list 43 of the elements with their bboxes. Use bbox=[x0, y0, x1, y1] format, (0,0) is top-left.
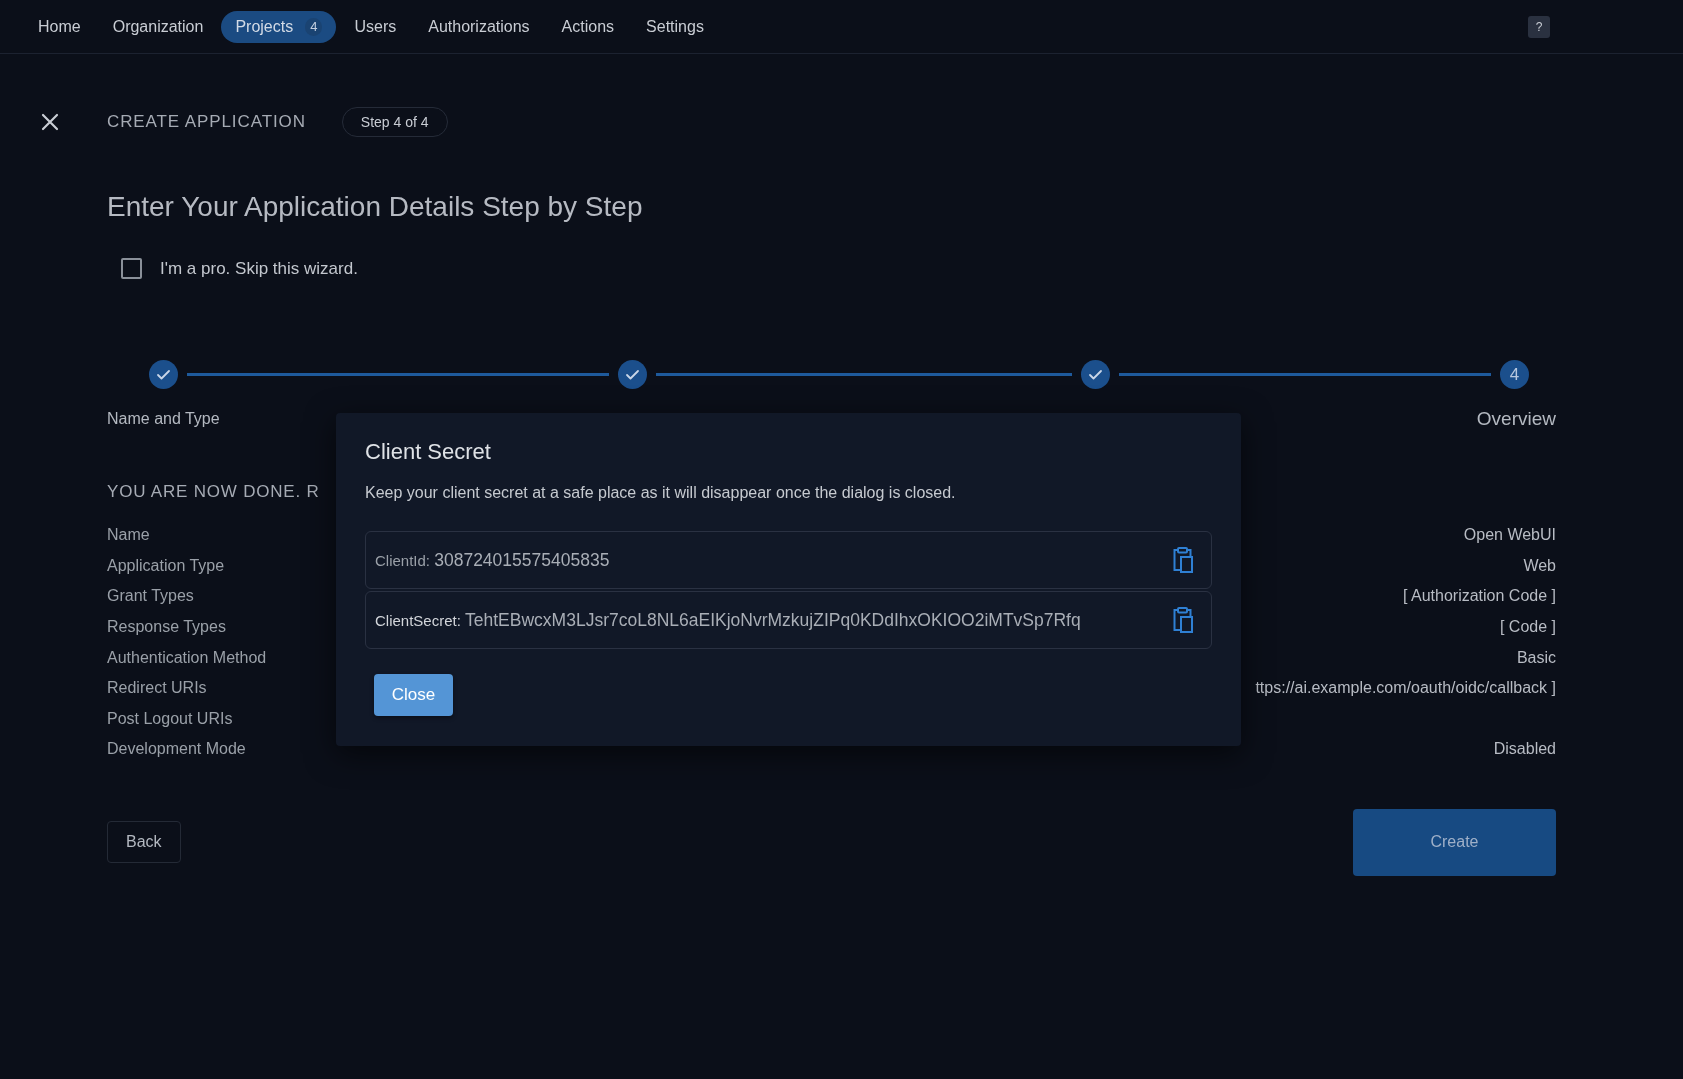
close-icon[interactable] bbox=[41, 113, 59, 131]
credential-field[interactable]: ClientId: 308724015575405835 bbox=[365, 531, 1212, 589]
detail-label: Post Logout URIs bbox=[107, 708, 233, 729]
step-label: Name and Type bbox=[107, 409, 220, 429]
clipboard-icon[interactable] bbox=[1172, 547, 1193, 573]
wizard-title: CREATE APPLICATION bbox=[107, 111, 306, 134]
detail-value: Basic bbox=[1516, 647, 1556, 668]
detail-value: [ Code ] bbox=[1499, 617, 1556, 638]
step-number: 4 bbox=[1500, 360, 1529, 389]
step-label: Overview bbox=[1476, 406, 1556, 431]
back-button[interactable]: Back bbox=[107, 821, 181, 864]
wizard-heading: Enter Your Application Details Step by Step bbox=[107, 190, 644, 224]
detail-value: [ Authorization Code ] bbox=[1403, 586, 1556, 607]
summary-heading: YOU ARE NOW DONE. R bbox=[107, 481, 320, 503]
create-button[interactable]: Create bbox=[1353, 808, 1556, 876]
checkbox-label: I'm a pro. Skip this wizard. bbox=[160, 257, 358, 280]
nav-tab[interactable]: Actions bbox=[547, 10, 629, 43]
detail-label: Response Types bbox=[107, 617, 226, 638]
detail-value: Web bbox=[1523, 555, 1556, 576]
detail-label: Grant Types bbox=[107, 586, 194, 607]
help-button[interactable]: ? bbox=[1528, 15, 1550, 38]
detail-value: ttps://ai.example.com/oauth/oidc/callback ] bbox=[1255, 678, 1556, 699]
detail-value: Open WebUI bbox=[1463, 525, 1556, 546]
dialog-description: Keep your client secret at a safe place as it will disappear once the dialog is closed. bbox=[365, 483, 956, 503]
nav-tab[interactable]: Organization bbox=[98, 10, 218, 43]
clipboard-icon[interactable] bbox=[1172, 607, 1193, 633]
nav-tab[interactable]: Settings bbox=[632, 10, 718, 43]
skip-checkbox[interactable] bbox=[121, 258, 142, 279]
count-badge: 4 bbox=[305, 17, 323, 36]
credential-field[interactable]: ClientSecret: TehtEBwcxM3LJsr7coL8NL6aEIKjoNvrMzkujZIPq0KDdIhxOKIOO2iMTvSp7Rfq bbox=[365, 591, 1212, 649]
nav-tab[interactable]: Authorizations bbox=[414, 10, 544, 43]
nav-tab[interactable]: Projects 4 bbox=[221, 10, 337, 43]
credential-text: ClientId: 308724015575405835 bbox=[375, 548, 610, 572]
detail-label: Application Type bbox=[107, 555, 225, 576]
dialog-title: Client Secret bbox=[365, 438, 491, 466]
nav-tab[interactable]: Home bbox=[24, 10, 95, 43]
detail-label: Authentication Method bbox=[107, 647, 267, 668]
detail-label: Redirect URIs bbox=[107, 678, 207, 699]
detail-label: Name bbox=[107, 525, 150, 546]
detail-value: Disabled bbox=[1493, 739, 1556, 760]
credential-text: ClientSecret: TehtEBwcxM3LJsr7coL8NL6aEIKjoNvrMzkujZIPq0KDdIhxOKIOO2iMTvSp7Rfq bbox=[375, 608, 1081, 632]
nav-tab[interactable]: Users bbox=[340, 10, 411, 43]
detail-label: Development Mode bbox=[107, 739, 246, 760]
